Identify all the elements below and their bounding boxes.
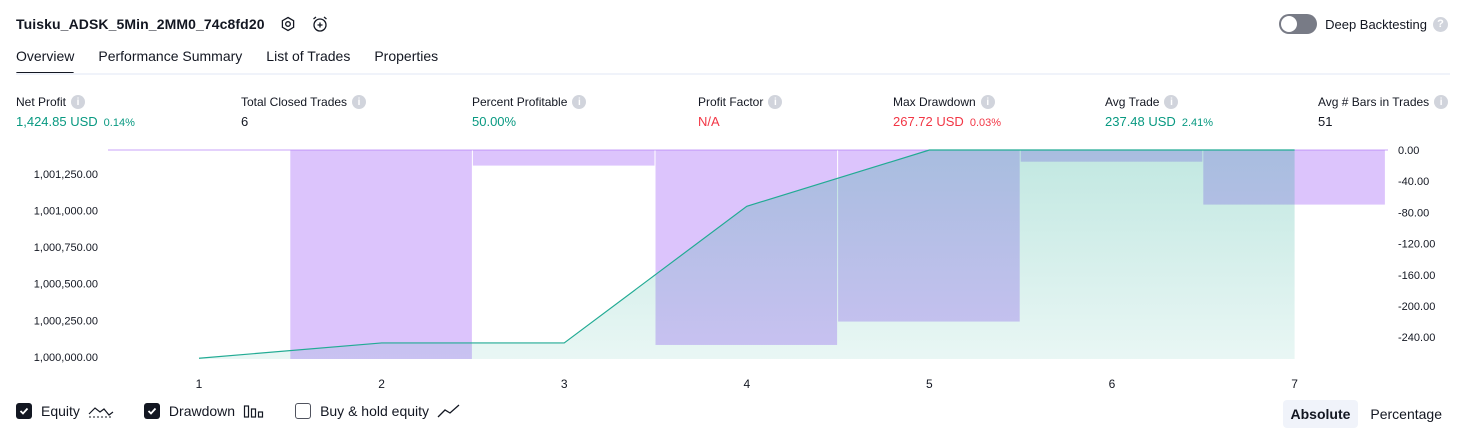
- metric-label: Avg Trade: [1105, 95, 1160, 109]
- x-axis-tick: 1: [196, 377, 203, 391]
- info-icon[interactable]: i: [71, 95, 86, 109]
- tab-properties[interactable]: Properties: [374, 48, 438, 74]
- legend-equity[interactable]: Equity: [16, 403, 114, 419]
- deep-backtesting: Deep Backtesting ?: [1279, 12, 1448, 36]
- metric-avg-bars-in-trades: Avg # Bars in Trades i 51: [1318, 94, 1449, 130]
- left-axis-tick: 1,001,250.00: [34, 169, 98, 181]
- metric-max-drawdown: Max Drawdown i 267.72 USD 0.03%: [893, 94, 1001, 130]
- report-tabs: Overview Performance Summary List of Tra…: [16, 48, 462, 75]
- tabs-divider: [16, 73, 1450, 75]
- info-icon[interactable]: i: [768, 95, 783, 109]
- info-icon[interactable]: i: [1164, 95, 1179, 109]
- legend-label: Equity: [41, 403, 80, 419]
- drawdown-bar: [472, 150, 655, 166]
- legend-drawdown[interactable]: Drawdown: [143, 403, 265, 419]
- metric-avg-trade: Avg Trade i 237.48 USD 2.41%: [1105, 94, 1213, 130]
- trend-line-icon: [437, 403, 461, 419]
- right-axis-tick: -200.00: [1398, 301, 1435, 313]
- metric-value: 51: [1318, 114, 1333, 129]
- metric-net-profit: Net Profit i 1,424.85 USD 0.14%: [16, 94, 135, 130]
- info-icon[interactable]: i: [352, 95, 367, 109]
- metric-percent: 0.14%: [103, 117, 135, 129]
- metric-label: Avg # Bars in Trades: [1318, 95, 1430, 109]
- info-icon[interactable]: i: [1434, 95, 1449, 109]
- equity-drawdown-chart[interactable]: 1,001,250.00 1,001,000.00 1,000,750.00 1,00…: [0, 140, 1466, 400]
- right-axis-tick: -120.00: [1398, 239, 1435, 251]
- right-axis-tick: -240.00: [1398, 332, 1435, 344]
- scale-toggle: Absolute Percentage: [1279, 400, 1451, 428]
- question-icon[interactable]: ?: [1433, 16, 1448, 32]
- bars-icon: [243, 403, 265, 419]
- metric-label: Total Closed Trades: [241, 95, 348, 109]
- right-axis-tick: -40.00: [1398, 176, 1429, 188]
- metric-percent: 0.03%: [969, 117, 1002, 129]
- left-axis-tick: 1,000,000.00: [34, 352, 98, 364]
- strategy-title: Tuisku_ADSK_5Min_2MM0_74c8fd20: [16, 16, 265, 32]
- left-axis-tick: 1,000,250.00: [34, 315, 98, 327]
- equity-line-icon: [88, 403, 114, 419]
- tab-list-of-trades[interactable]: List of Trades: [266, 48, 350, 74]
- x-axis-tick: 2: [378, 377, 385, 391]
- legend-label: Buy & hold equity: [320, 403, 430, 419]
- metric-label: Percent Profitable: [472, 95, 568, 109]
- info-icon[interactable]: i: [980, 95, 995, 109]
- x-axis-tick: 6: [1109, 377, 1116, 391]
- right-axis-tick: -80.00: [1398, 207, 1429, 219]
- info-icon[interactable]: i: [572, 95, 587, 109]
- tab-performance-summary[interactable]: Performance Summary: [98, 48, 242, 74]
- metric-value: 267.72 USD: [893, 114, 964, 129]
- metric-label: Net Profit: [16, 95, 67, 109]
- metric-value: 237.48 USD: [1105, 114, 1176, 129]
- metric-value: 50.00%: [472, 114, 517, 129]
- chart-legend: Equity Drawdown Buy & hold equity: [16, 403, 491, 419]
- x-axis-tick: 3: [561, 377, 568, 391]
- legend-buy-hold[interactable]: Buy & hold equity: [295, 403, 461, 419]
- metric-label: Profit Factor: [698, 95, 764, 109]
- metric-profit-factor: Profit Factor i N/A: [698, 94, 783, 130]
- metric-value: 6: [241, 114, 249, 129]
- report-header: Tuisku_ADSK_5Min_2MM0_74c8fd20: [16, 12, 329, 36]
- x-axis-tick: 7: [1291, 377, 1298, 391]
- left-axis-tick: 1,000,500.00: [34, 279, 98, 291]
- checkbox-equity[interactable]: [16, 403, 32, 419]
- right-axis-tick: -160.00: [1398, 270, 1435, 282]
- metric-value: N/A: [698, 114, 720, 129]
- absolute-button[interactable]: Absolute: [1282, 400, 1359, 428]
- metric-label: Max Drawdown: [893, 95, 976, 109]
- metric-percent: 2.41%: [1181, 117, 1214, 129]
- checkbox-buy-hold[interactable]: [295, 403, 312, 419]
- x-axis-tick: 4: [743, 377, 750, 391]
- checkbox-drawdown[interactable]: [143, 403, 160, 419]
- alarm-clock-plus-icon[interactable]: [311, 15, 329, 33]
- metric-percent-profitable: Percent Profitable i 50.00%: [472, 94, 587, 130]
- legend-label: Drawdown: [168, 403, 236, 419]
- x-axis-tick: 5: [926, 377, 933, 391]
- left-axis-tick: 1,000,750.00: [34, 242, 98, 254]
- metric-total-closed-trades: Total Closed Trades i 6: [241, 94, 367, 130]
- gear-icon[interactable]: [279, 15, 297, 33]
- deep-backtesting-toggle[interactable]: [1279, 14, 1318, 34]
- percentage-button[interactable]: Percentage: [1362, 400, 1450, 428]
- left-axis-tick: 1,001,000.00: [34, 206, 98, 218]
- deep-backtesting-label: Deep Backtesting: [1325, 16, 1427, 32]
- right-axis-tick: 0.00: [1398, 145, 1419, 157]
- metric-value: 1,424.85 USD: [16, 114, 98, 129]
- drawdown-bar: [290, 150, 472, 359]
- tab-overview[interactable]: Overview: [16, 48, 75, 75]
